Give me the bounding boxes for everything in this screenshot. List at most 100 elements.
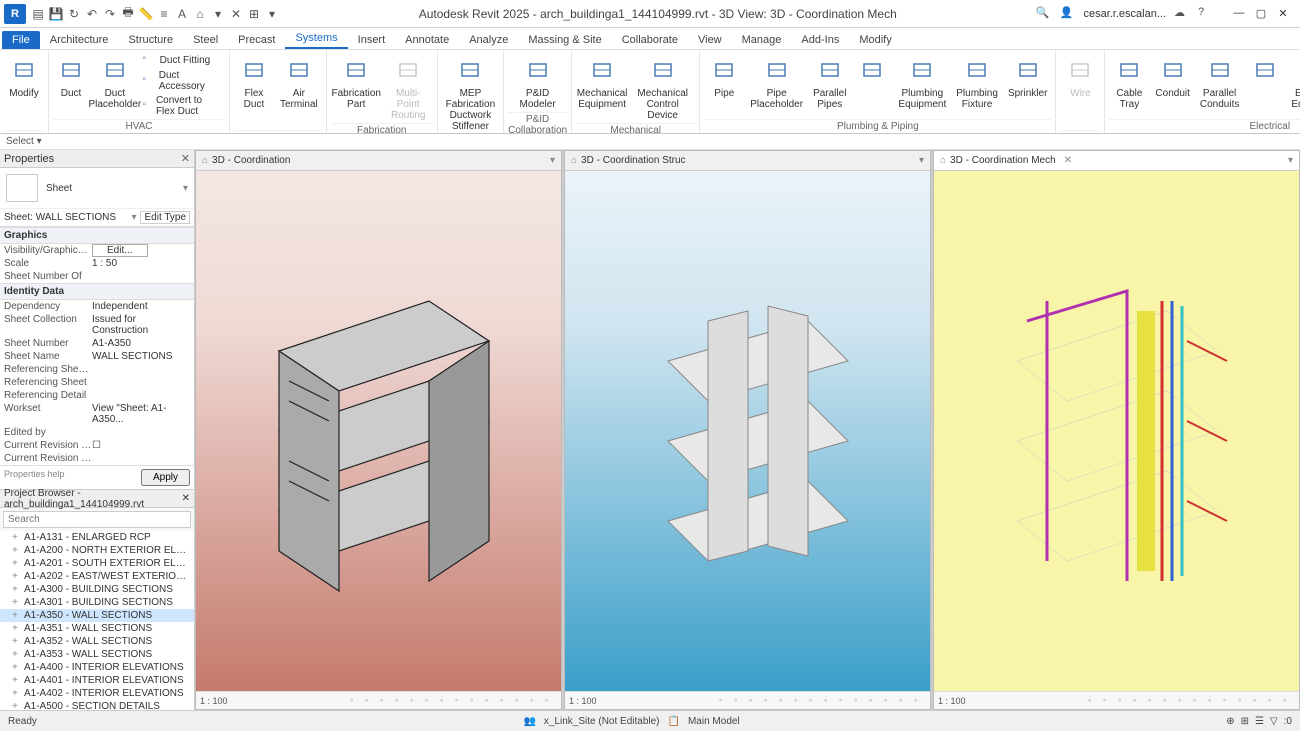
vp-tool-icon[interactable]: ◦ [899,695,911,707]
sb-icon[interactable]: ⊞ [1241,716,1249,727]
ribbon-stack-[interactable] [1245,52,1285,90]
properties-close-icon[interactable]: ✕ [181,152,190,165]
close-button[interactable]: ✕ [1274,7,1292,20]
vp-tool-icon[interactable]: ◦ [485,695,497,707]
viewport-dd-icon[interactable]: ▾ [919,155,924,166]
pb-item[interactable]: A1-A351 - WALL SECTIONS [0,622,194,635]
tab-steel[interactable]: Steel [183,31,228,49]
qat-align-icon[interactable]: ≡ [156,6,172,22]
workset-icon[interactable]: 👥 [523,716,535,727]
home-icon[interactable]: ⌂ [202,155,208,166]
properties-help[interactable]: Properties help [4,469,141,486]
tab-massingsite[interactable]: Massing & Site [518,31,611,49]
pb-item[interactable]: A1-A353 - WALL SECTIONS [0,648,194,661]
prop-row[interactable]: WorksetView "Sheet: A1-A350... [0,402,194,426]
vp-tool-icon[interactable]: ◦ [545,695,557,707]
pb-item[interactable]: A1-A200 - NORTH EXTERIOR ELEVATION [0,544,194,557]
qat-thin-icon[interactable]: ▾ [210,6,226,22]
vp-tool-icon[interactable]: ◦ [734,695,746,707]
sb-icon[interactable]: ⊕ [1226,716,1234,727]
vp-tool-icon[interactable]: ◦ [1283,695,1295,707]
qat-redo-icon[interactable]: ↷ [102,6,118,22]
tab-precast[interactable]: Precast [228,31,285,49]
viewport-tab[interactable]: ⌂3D - Coordination▾ [196,151,561,171]
vp-tool-icon[interactable]: ◦ [884,695,896,707]
pb-item[interactable]: A1-A350 - WALL SECTIONS [0,609,194,622]
minimize-button[interactable]: — [1230,7,1248,20]
vp-tool-icon[interactable]: ◦ [839,695,851,707]
viewport-tab[interactable]: ⌂3D - Coordination Struc▾ [565,151,930,171]
pb-item[interactable]: A1-A401 - INTERIOR ELEVATIONS [0,674,194,687]
ribbon-modify[interactable]: Modify [4,52,44,101]
vp-tool-icon[interactable]: ◦ [809,695,821,707]
home-icon[interactable]: ⌂ [571,155,577,166]
vp-tool-icon[interactable]: ◦ [1208,695,1220,707]
viewport-scale[interactable]: 1 : 100 [938,696,966,706]
pb-item[interactable]: A1-A201 - SOUTH EXTERIOR ELEVATION [0,557,194,570]
pb-item[interactable]: A1-A131 - ENLARGED RCP [0,531,194,544]
ribbon-duct-accessory[interactable]: ▫Duct Accessory [141,69,225,93]
vp-tool-icon[interactable]: ◦ [824,695,836,707]
prop-row[interactable]: Edited by [0,426,194,439]
ribbon-parallel-conduits[interactable]: ParallelConduits [1196,52,1243,112]
tab-file[interactable]: File [2,31,40,49]
ribbon-fabrication-part[interactable]: FabricationPart [331,52,382,112]
qat-text-icon[interactable]: A [174,6,190,22]
viewport-close-icon[interactable]: ✕ [1064,155,1072,166]
vp-tool-icon[interactable]: ◦ [1238,695,1250,707]
tab-systems[interactable]: Systems [285,29,347,49]
prop-row[interactable]: Visibility/Graphics O...Edit... [0,244,194,257]
vp-tool-icon[interactable]: ◦ [914,695,926,707]
vp-tool-icon[interactable]: ◦ [854,695,866,707]
qat-sync-icon[interactable]: ↻ [66,6,82,22]
prop-selector[interactable]: Sheet: WALL SECTIONS [4,212,127,223]
pb-item[interactable]: A1-A301 - BUILDING SECTIONS [0,596,194,609]
vp-tool-icon[interactable]: ◦ [869,695,881,707]
vp-tool-icon[interactable]: ◦ [530,695,542,707]
ribbon-cable-tray[interactable]: CableTray [1109,52,1149,112]
vp-tool-icon[interactable]: ◦ [1103,695,1115,707]
prop-row[interactable]: Referencing Detail [0,389,194,402]
apply-button[interactable]: Apply [141,469,190,486]
qat-save-icon[interactable]: 💾 [48,6,64,22]
prop-row[interactable]: Sheet Number Of [0,270,194,283]
pb-item[interactable]: A1-A500 - SECTION DETAILS [0,700,194,710]
viewport-scale[interactable]: 1 : 100 [569,696,597,706]
tab-modify[interactable]: Modify [849,31,901,49]
pb-item[interactable]: A1-A402 - INTERIOR ELEVATIONS [0,687,194,700]
vp-tool-icon[interactable]: ◦ [1133,695,1145,707]
ribbon-parallel-pipes[interactable]: ParallelPipes [809,52,850,112]
user-icon[interactable]: 👤 [1059,6,1075,22]
maximize-button[interactable]: ▢ [1252,7,1270,20]
vp-tool-icon[interactable]: ◦ [1268,695,1280,707]
ribbon-electrical-equipment[interactable]: ElectricalEquipment [1287,52,1300,112]
qat-switch-icon[interactable]: ⊞ [246,6,262,22]
vp-tool-icon[interactable]: ◦ [719,695,731,707]
help-icon[interactable]: ? [1198,6,1214,22]
project-browser-tree[interactable]: A1-A131 - ENLARGED RCPA1-A200 - NORTH EX… [0,531,194,710]
vp-tool-icon[interactable]: ◦ [350,695,362,707]
pb-item[interactable]: A1-A400 - INTERIOR ELEVATIONS [0,661,194,674]
viewport-dd-icon[interactable]: ▾ [550,155,555,166]
prop-row[interactable]: Current Revision Issu [0,452,194,465]
status-model[interactable]: Main Model [688,716,740,727]
ribbon-plumbing-equipment[interactable]: PlumbingEquipment [894,52,950,112]
sb-filter-icon[interactable]: ▽ [1270,716,1278,727]
vp-tool-icon[interactable]: ◦ [749,695,761,707]
tab-view[interactable]: View [688,31,732,49]
vp-tool-icon[interactable]: ◦ [1193,695,1205,707]
cloud-icon[interactable]: ☁ [1174,6,1190,22]
qat-open-icon[interactable]: ▤ [30,6,46,22]
pb-item[interactable]: A1-A352 - WALL SECTIONS [0,635,194,648]
edit-type-button[interactable]: Edit Type [140,211,190,224]
type-dropdown-icon[interactable]: ▾ [183,183,188,194]
sb-icon[interactable]: ☰ [1255,716,1264,727]
ribbon-mechanical-equipment[interactable]: MechanicalEquipment [576,52,628,112]
tab-structure[interactable]: Structure [118,31,183,49]
tab-insert[interactable]: Insert [348,31,396,49]
vp-tool-icon[interactable]: ◦ [455,695,467,707]
ribbon-air-terminal[interactable]: AirTerminal [276,52,322,112]
ribbon-plumbing-fixture[interactable]: PlumbingFixture [952,52,1002,112]
ribbon-stack-[interactable] [852,52,892,90]
user-name[interactable]: cesar.r.escalan... [1083,8,1166,20]
